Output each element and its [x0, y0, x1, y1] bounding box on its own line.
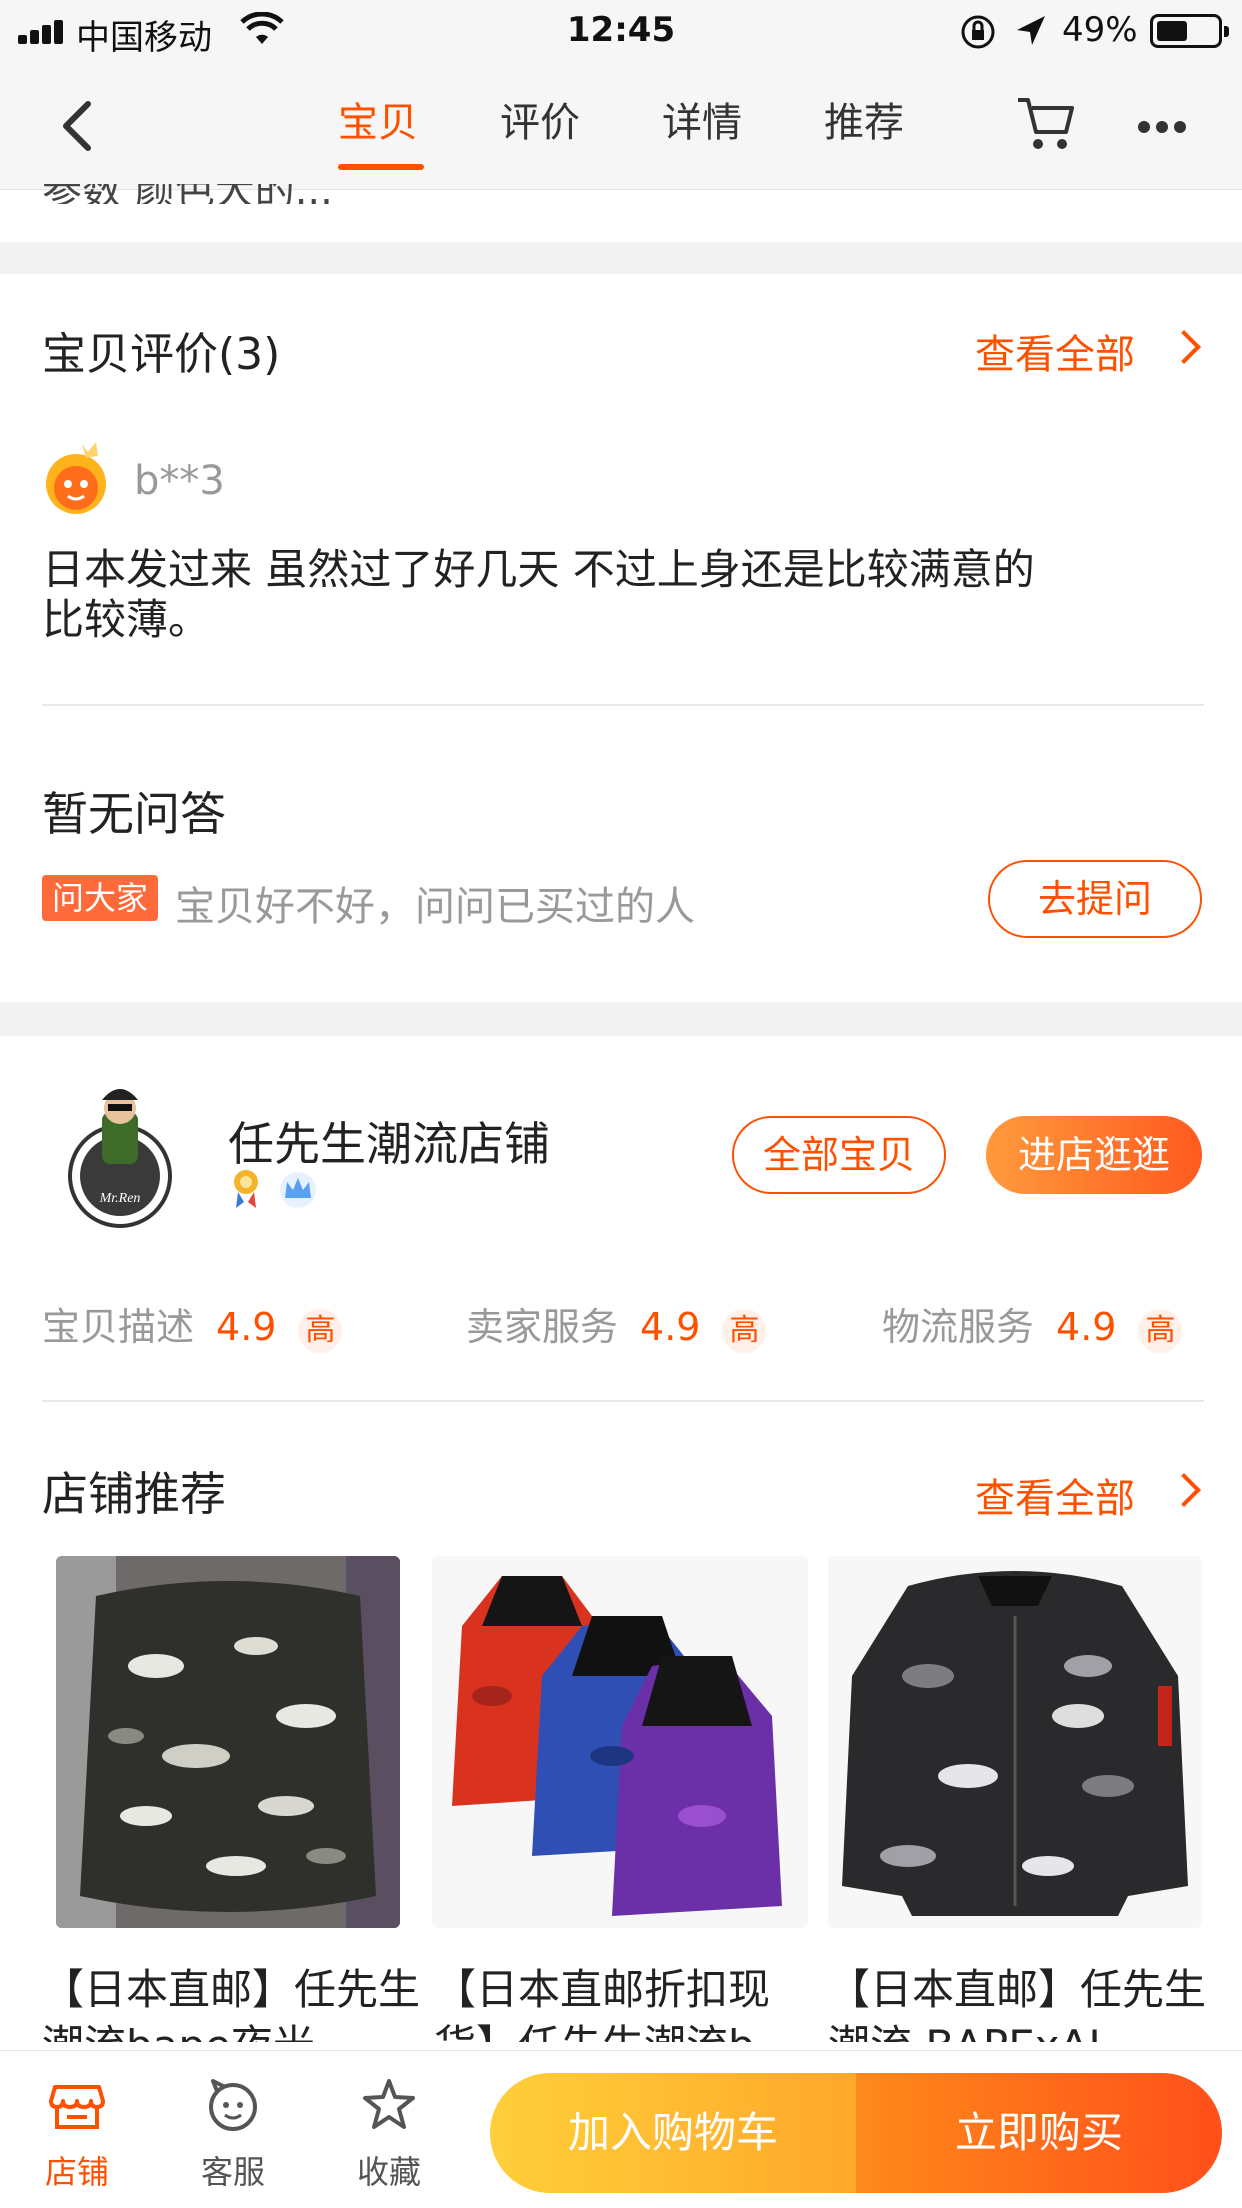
- product-title[interactable]: 【日本直邮折扣现货】任先生潮流b: [434, 1962, 814, 2042]
- rating-description: 宝贝描述 4.9 高: [42, 1296, 343, 1353]
- qa-title: 暂无问答: [42, 787, 226, 841]
- ask-everyone-badge: 问大家: [42, 875, 158, 921]
- enter-shop-button[interactable]: 进店逛逛: [986, 1116, 1202, 1194]
- rating-value: 4.9: [216, 1305, 277, 1349]
- location-icon: [1017, 16, 1045, 45]
- active-tab-indicator: [338, 164, 424, 170]
- product-title[interactable]: 【日本直邮】任先生潮流bape夜光: [42, 1962, 422, 2042]
- rating-value: 4.9: [640, 1305, 701, 1349]
- recommend-view-all-link[interactable]: 查看全部: [975, 1466, 1135, 1524]
- medal-icon: [234, 1170, 258, 1208]
- ask-question-button[interactable]: 去提问: [988, 860, 1202, 938]
- clock: 12:45: [566, 10, 676, 50]
- rating-label: 卖家服务: [466, 1305, 619, 1349]
- add-to-cart-button[interactable]: 加入购物车: [490, 2073, 856, 2193]
- svg-text:Mr.Ren: Mr.Ren: [99, 1191, 141, 1206]
- ask-hint-text[interactable]: 宝贝好不好，问问已买过的人: [175, 874, 695, 932]
- rating-seller-service: 卖家服务 4.9 高: [466, 1296, 767, 1353]
- shop-logo[interactable]: Mr.Ren: [58, 1078, 180, 1230]
- rating-level-badge: 高: [1138, 1309, 1183, 1353]
- review-text-line: 比较薄。: [42, 595, 211, 644]
- cart-icon[interactable]: [1014, 92, 1078, 154]
- top-nav: 宝贝 评价 详情 推荐: [0, 62, 1242, 190]
- bottom-item-label: 客服: [200, 2153, 265, 2191]
- bottom-item-label: 收藏: [356, 2153, 421, 2191]
- star-icon: [363, 2079, 415, 2129]
- chevron-right-icon[interactable]: [1167, 330, 1201, 364]
- chevron-right-icon[interactable]: [1167, 1473, 1201, 1507]
- shop-recommend-title: 店铺推荐: [42, 1467, 226, 1521]
- clipped-spec-text: 参数 颜色大的...: [42, 184, 442, 204]
- shop-icon: [49, 2085, 105, 2129]
- battery-icon: [1150, 14, 1229, 48]
- reviewer-name: b**3: [134, 458, 225, 504]
- rating-label: 宝贝描述: [42, 1305, 195, 1349]
- bottom-item-label: 店铺: [44, 2153, 109, 2191]
- tab-details[interactable]: 详情: [662, 90, 742, 148]
- rating-level-badge: 高: [298, 1309, 343, 1353]
- section-gap: [0, 242, 1242, 274]
- shop-badges: [228, 1166, 319, 1214]
- crown-icon: [280, 1172, 317, 1208]
- tab-reviews[interactable]: 评价: [500, 90, 580, 148]
- rating-label: 物流服务: [882, 1305, 1035, 1349]
- tab-baobei[interactable]: 宝贝: [338, 90, 418, 148]
- product-image[interactable]: [828, 1556, 1202, 1928]
- reviews-title: 宝贝评价(3): [42, 329, 281, 380]
- divider: [42, 704, 1204, 706]
- status-bar: 中国移动 12:45 49%: [0, 0, 1242, 62]
- reviewer-avatar: [46, 442, 106, 514]
- divider: [42, 1400, 1204, 1402]
- product-image[interactable]: [432, 1556, 808, 1928]
- back-icon[interactable]: [52, 96, 112, 156]
- rating-logistics: 物流服务 4.9 高: [882, 1296, 1183, 1353]
- section-gap: [0, 1002, 1242, 1036]
- service-icon: [209, 2079, 257, 2131]
- battery-percent: 49%: [1062, 10, 1138, 50]
- buy-now-button[interactable]: 立即购买: [856, 2073, 1222, 2193]
- product-title[interactable]: 【日本直邮】任先生潮流 BAPExAL: [828, 1962, 1208, 2042]
- product-image[interactable]: [56, 1556, 400, 1928]
- rating-value: 4.9: [1056, 1305, 1117, 1349]
- rotation-lock-icon: [961, 15, 995, 49]
- reviews-view-all-link[interactable]: 查看全部: [975, 322, 1135, 380]
- tab-recommend[interactable]: 推荐: [824, 90, 904, 148]
- rating-level-badge: 高: [722, 1309, 767, 1353]
- shop-name[interactable]: 任先生潮流店铺: [228, 1108, 550, 1174]
- bottom-action-bar: 店铺 客服 收藏 加入购物车 立即购买: [0, 2050, 1242, 2208]
- more-icon[interactable]: [1138, 118, 1192, 137]
- all-items-button[interactable]: 全部宝贝: [732, 1116, 946, 1194]
